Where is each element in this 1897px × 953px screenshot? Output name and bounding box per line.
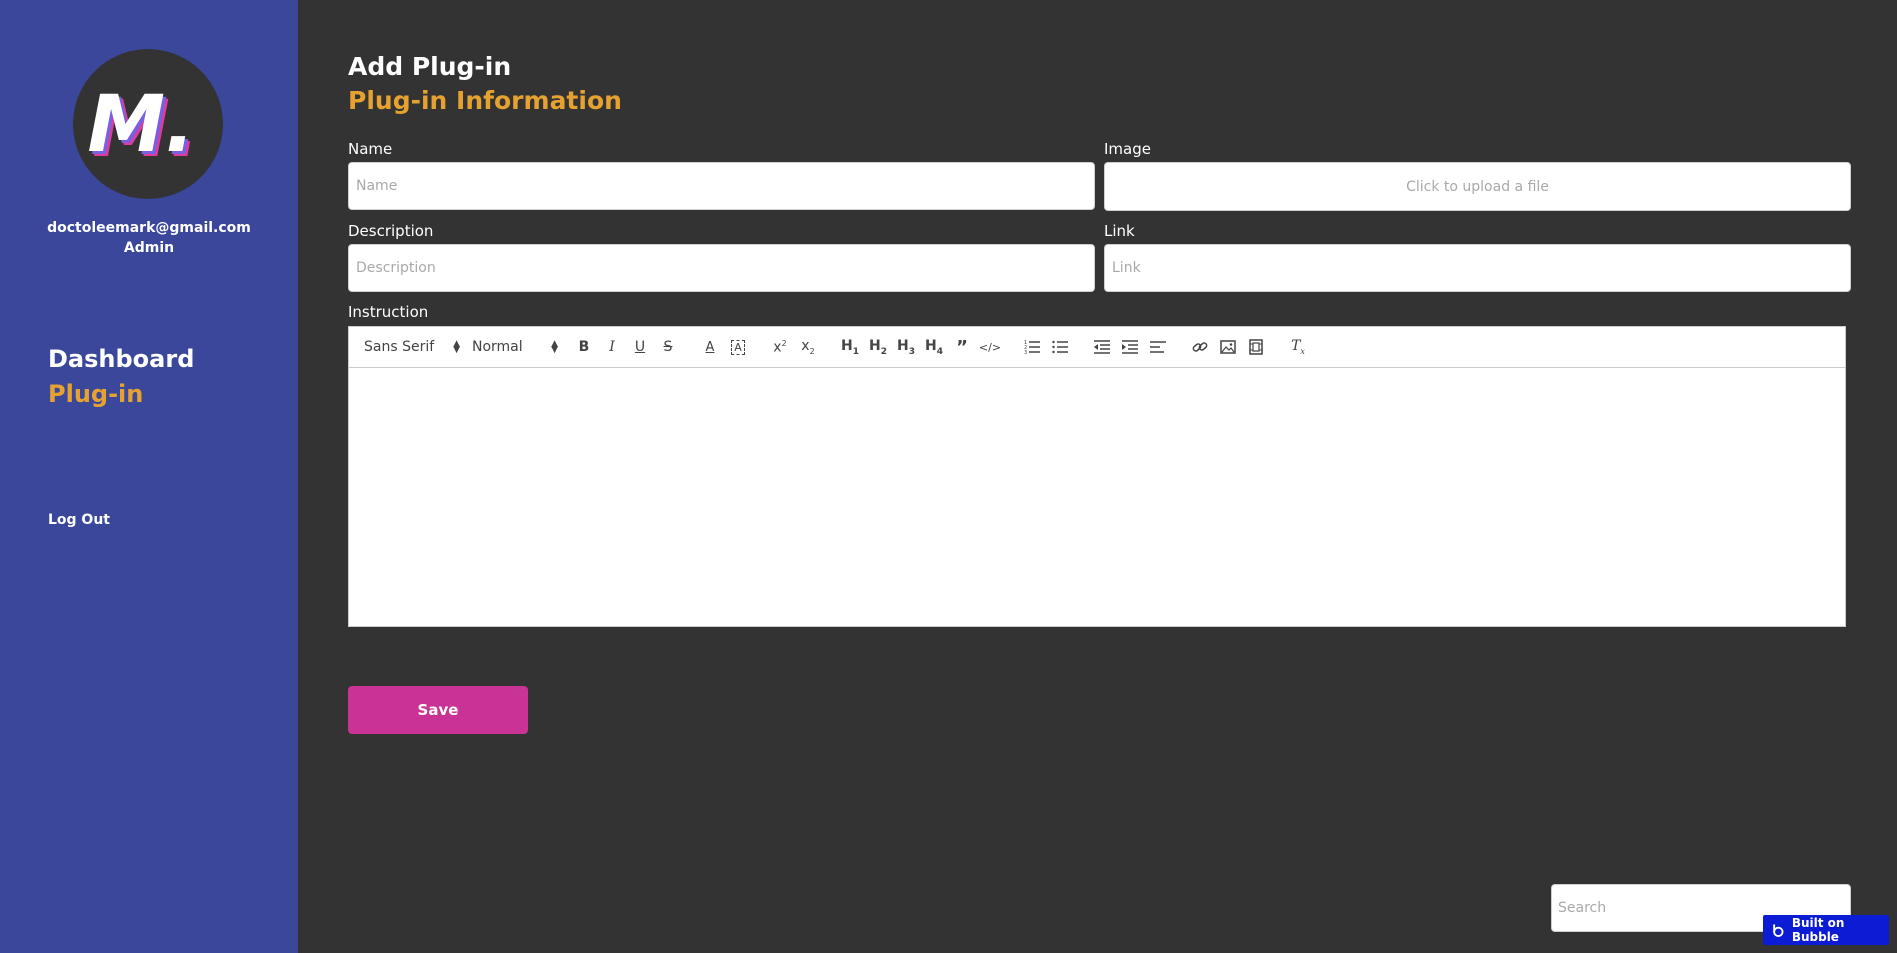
- link-icon[interactable]: [1186, 335, 1214, 359]
- text-color-icon[interactable]: A: [696, 335, 724, 359]
- badge-text: Built on Bubble: [1791, 916, 1845, 944]
- image-upload[interactable]: Click to upload a file: [1104, 162, 1851, 211]
- logo-text: M.: [87, 80, 194, 170]
- image-icon[interactable]: [1214, 335, 1242, 359]
- bubble-logo-icon: [1773, 924, 1784, 938]
- background-color-icon[interactable]: A: [724, 335, 752, 359]
- italic-icon[interactable]: I: [598, 335, 626, 359]
- rich-text-editor: Sans Serif ▲ ▼ Normal ▲ ▼ B I U S A A x2 x…: [348, 326, 1846, 627]
- ordered-list-icon[interactable]: 123: [1018, 335, 1046, 359]
- select-arrows-icon: ▲ ▼: [551, 339, 558, 355]
- code-block-icon[interactable]: </>: [976, 335, 1004, 359]
- editor-toolbar: Sans Serif ▲ ▼ Normal ▲ ▼ B I U S A A x2 x…: [349, 327, 1845, 368]
- svg-text:3: 3: [1024, 350, 1027, 355]
- nav-item-dashboard[interactable]: Dashboard: [48, 342, 194, 376]
- align-left-icon[interactable]: [1144, 335, 1172, 359]
- editor-content-area[interactable]: [349, 368, 1845, 626]
- font-family-select[interactable]: Sans Serif ▲ ▼: [364, 339, 460, 355]
- sidebar: M. M. M. doctoleemark@gmail.com Admin Da…: [0, 0, 298, 953]
- bullet-list-icon[interactable]: [1046, 335, 1074, 359]
- built-on-bubble-badge[interactable]: Built on Bubble: [1763, 915, 1889, 945]
- link-input[interactable]: [1104, 244, 1851, 292]
- superscript-icon[interactable]: x2: [766, 335, 794, 359]
- link-label: Link: [1104, 222, 1135, 240]
- avatar: M. M. M.: [73, 49, 223, 199]
- page-title: Add Plug-in: [348, 52, 512, 81]
- font-size-value: Normal: [472, 339, 523, 355]
- strikethrough-icon[interactable]: S: [654, 335, 682, 359]
- heading-1-icon[interactable]: H1: [836, 335, 864, 359]
- heading-3-icon[interactable]: H3: [892, 335, 920, 359]
- name-label: Name: [348, 140, 393, 158]
- section-title: Plug-in Information: [348, 86, 622, 115]
- name-input[interactable]: [348, 162, 1095, 210]
- heading-2-icon[interactable]: H2: [864, 335, 892, 359]
- save-button[interactable]: Save: [348, 686, 528, 734]
- bold-icon[interactable]: B: [570, 335, 598, 359]
- instruction-label: Instruction: [348, 303, 429, 321]
- logo-mark: M. M. M.: [87, 80, 199, 175]
- select-arrows-icon: ▲ ▼: [453, 339, 460, 355]
- outdent-icon[interactable]: [1088, 335, 1116, 359]
- image-label: Image: [1104, 140, 1151, 158]
- font-family-value: Sans Serif: [364, 339, 435, 355]
- logout-link[interactable]: Log Out: [48, 510, 110, 530]
- user-role: Admin: [123, 240, 175, 256]
- font-size-select[interactable]: Normal ▲ ▼: [472, 339, 558, 355]
- blockquote-icon[interactable]: ”: [948, 335, 976, 359]
- user-email: doctoleemark@gmail.com: [47, 220, 251, 236]
- subscript-icon[interactable]: x2: [794, 335, 822, 359]
- video-icon[interactable]: [1242, 335, 1270, 359]
- clear-formatting-icon[interactable]: Tx: [1284, 335, 1312, 359]
- underline-icon[interactable]: U: [626, 335, 654, 359]
- nav-item-plugin[interactable]: Plug-in: [48, 377, 143, 411]
- description-input[interactable]: [348, 244, 1095, 292]
- description-label: Description: [348, 222, 434, 240]
- indent-icon[interactable]: [1116, 335, 1144, 359]
- heading-4-icon[interactable]: H4: [920, 335, 948, 359]
